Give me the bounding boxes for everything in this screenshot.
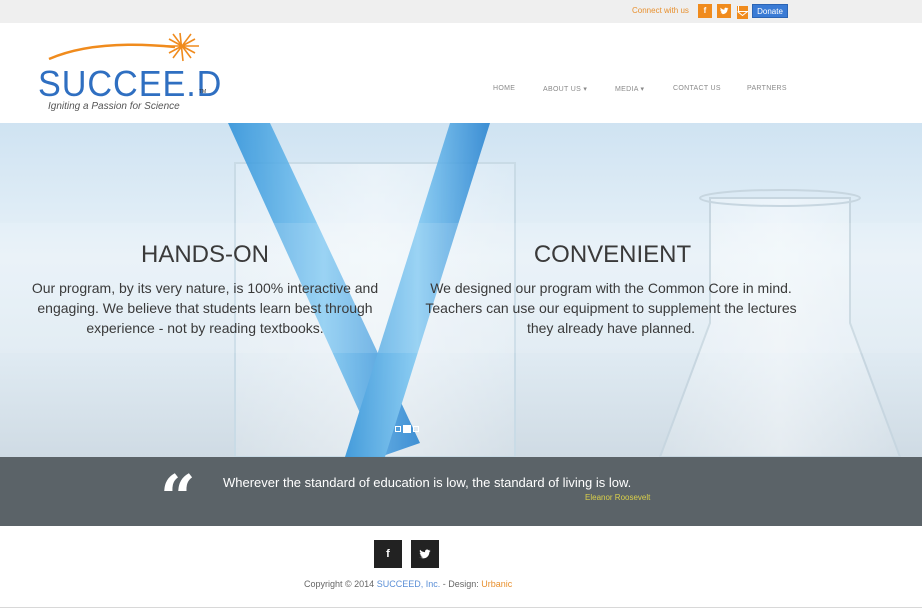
nav-about-label: ABOUT US bbox=[543, 86, 582, 93]
footer-copyright: Copyright © 2014 SUCCEED, Inc. - Design:… bbox=[304, 579, 512, 589]
logo-tagline: Igniting a Passion for Science bbox=[48, 101, 180, 112]
nav-home[interactable]: HOME bbox=[493, 85, 515, 92]
facebook-icon[interactable]: f bbox=[698, 4, 712, 18]
slider-dot-1[interactable] bbox=[395, 426, 401, 432]
hands-on-text: Our program, by its very nature, is 100%… bbox=[31, 280, 379, 336]
mail-icon[interactable] bbox=[737, 6, 748, 19]
nav-partners[interactable]: PARTNERS bbox=[747, 85, 787, 92]
nav-contact-us[interactable]: CONTACT US bbox=[673, 85, 721, 92]
caret-down-icon: ▾ bbox=[583, 86, 588, 93]
succeed-logo[interactable]: SUCCEE.D TM Igniting a Passion for Scien… bbox=[35, 31, 221, 117]
quote-text: Wherever the standard of education is lo… bbox=[223, 475, 632, 490]
footer-twitter-icon[interactable] bbox=[411, 540, 439, 568]
slider-pagination bbox=[395, 425, 419, 433]
connect-label: Connect with us bbox=[632, 6, 689, 15]
brand-link[interactable]: SUCCEED, Inc. bbox=[377, 579, 441, 589]
quote-section: “ Wherever the standard of education is … bbox=[0, 457, 922, 534]
copyright-prefix: Copyright © 2014 bbox=[304, 579, 377, 589]
twitter-icon[interactable] bbox=[717, 4, 731, 18]
hero-slider: HANDS-ON Our program, by its very nature… bbox=[0, 123, 922, 457]
logo-trademark: TM bbox=[199, 89, 207, 95]
nav-about-us[interactable]: ABOUT US ▾ bbox=[543, 85, 587, 93]
convenient-text: We designed our program with the Common … bbox=[425, 280, 797, 336]
quote-author: Eleanor Roosevelt bbox=[585, 493, 651, 502]
footer-facebook-icon[interactable]: f bbox=[374, 540, 402, 568]
top-bar: Connect with us f Donate bbox=[0, 0, 922, 23]
design-prefix: - Design: bbox=[440, 579, 482, 589]
nav-media[interactable]: MEDIA ▾ bbox=[615, 85, 644, 93]
site-header: SUCCEE.D TM Igniting a Passion for Scien… bbox=[0, 23, 922, 123]
hands-on-heading: HANDS-ON bbox=[140, 241, 269, 268]
donate-button[interactable]: Donate bbox=[752, 4, 788, 18]
nav-media-label: MEDIA bbox=[615, 86, 639, 93]
convenient-heading: CONVENIENT bbox=[533, 241, 692, 268]
caret-down-icon: ▾ bbox=[640, 86, 645, 93]
slider-dot-2[interactable] bbox=[403, 425, 411, 433]
footer-divider bbox=[0, 607, 922, 608]
designer-link[interactable]: Urbanic bbox=[481, 579, 512, 589]
logo-wordmark: SUCCEE.D bbox=[38, 63, 223, 104]
quote-mark-icon: “ bbox=[160, 461, 196, 534]
slider-dot-3[interactable] bbox=[413, 426, 419, 432]
